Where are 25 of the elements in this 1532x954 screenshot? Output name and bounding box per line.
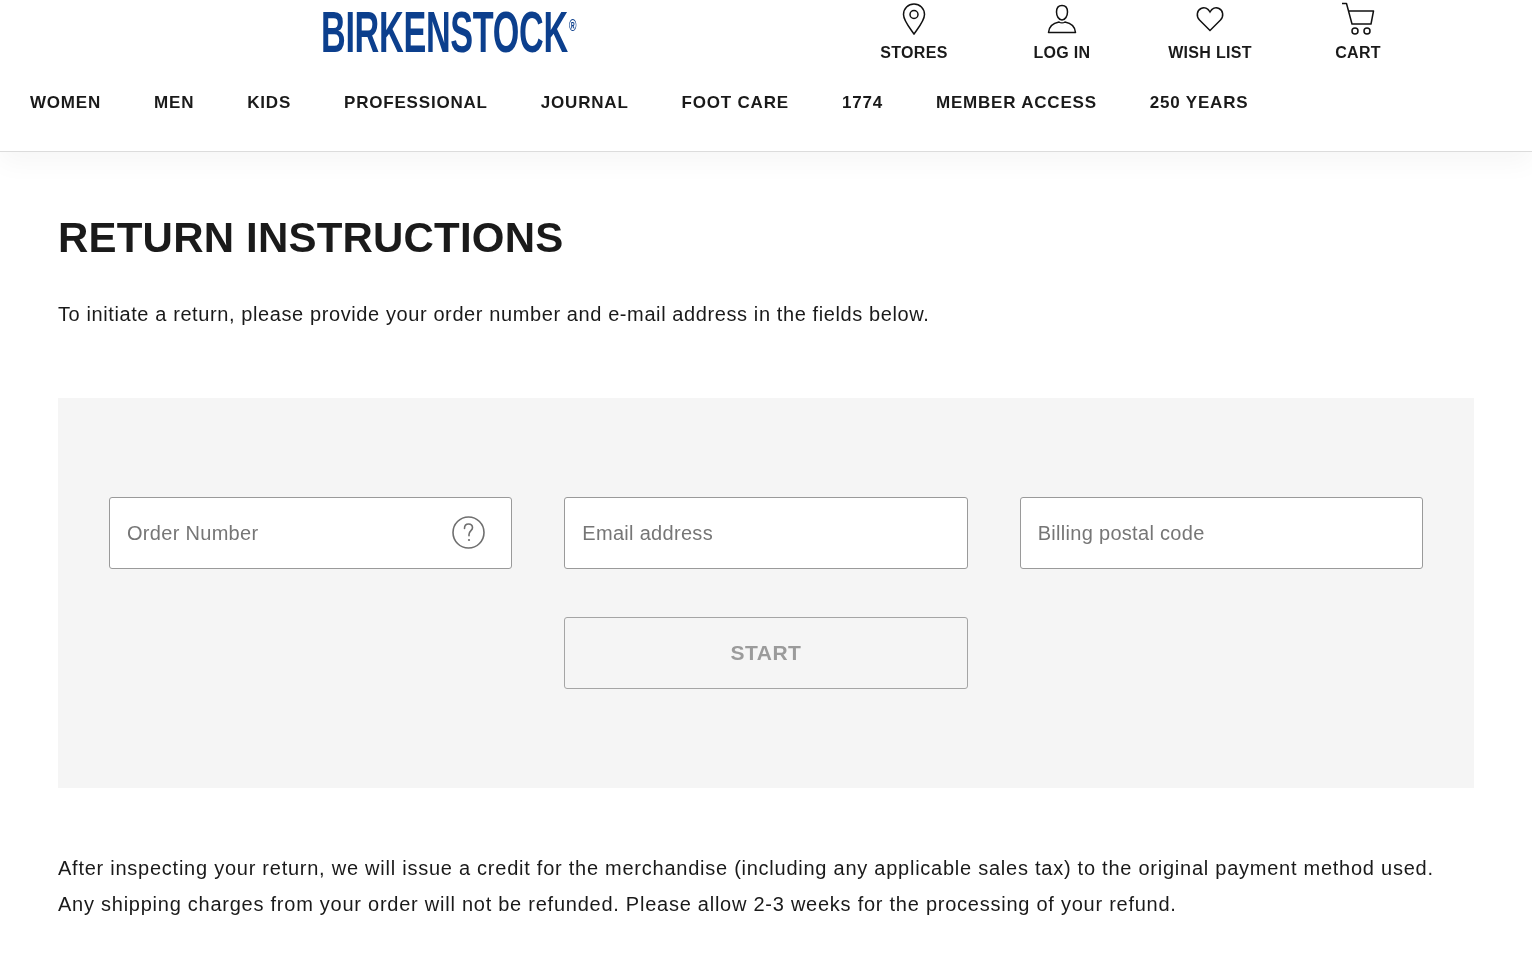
cart-icon: [1341, 2, 1375, 36]
help-icon[interactable]: [452, 516, 486, 549]
nav-link[interactable]: FOOT CARE: [681, 90, 789, 116]
input-field[interactable]: Order Number: [109, 497, 513, 569]
nav-link[interactable]: JOURNAL: [540, 90, 629, 116]
nav-link[interactable]: MEMBER ACCESS: [935, 90, 1097, 116]
input-field[interactable]: Email address: [564, 497, 968, 569]
heart-icon: [1196, 6, 1224, 32]
nav-link[interactable]: WOMEN: [30, 90, 102, 116]
user-icon: [1047, 4, 1077, 34]
refund-note: After inspecting your return, we will issue a credit for the merchandise (including any applicable sales tax) to the original payment method used. Any shipping charges from your order will not be refunded. Please allow 2-3 weeks for the processing of your refund.: [58, 856, 1435, 917]
nav-link[interactable]: 250 YEARS: [1149, 90, 1249, 116]
nav-link[interactable]: PROFESSIONAL: [344, 90, 488, 116]
header-link[interactable]: CART: [1284, 0, 1432, 66]
nav-link[interactable]: MEN: [154, 90, 195, 116]
nav-link[interactable]: 1774: [841, 90, 883, 116]
intro-text: To initiate a return, please provide your order number and e-mail address in the fields below.: [58, 302, 930, 327]
header-link[interactable]: STORES: [840, 0, 988, 66]
header-link[interactable]: LOG IN: [988, 0, 1136, 66]
map-pin-icon: [902, 3, 926, 35]
header-link[interactable]: WISH LIST: [1136, 0, 1284, 66]
input-field[interactable]: Billing postal code: [1019, 497, 1423, 569]
page-title: RETURN INSTRUCTIONS: [58, 213, 564, 263]
nav-link[interactable]: KIDS: [247, 90, 292, 116]
brand-logo[interactable]: BIRKENSTOCK$^{®}$: [321, 4, 577, 60]
